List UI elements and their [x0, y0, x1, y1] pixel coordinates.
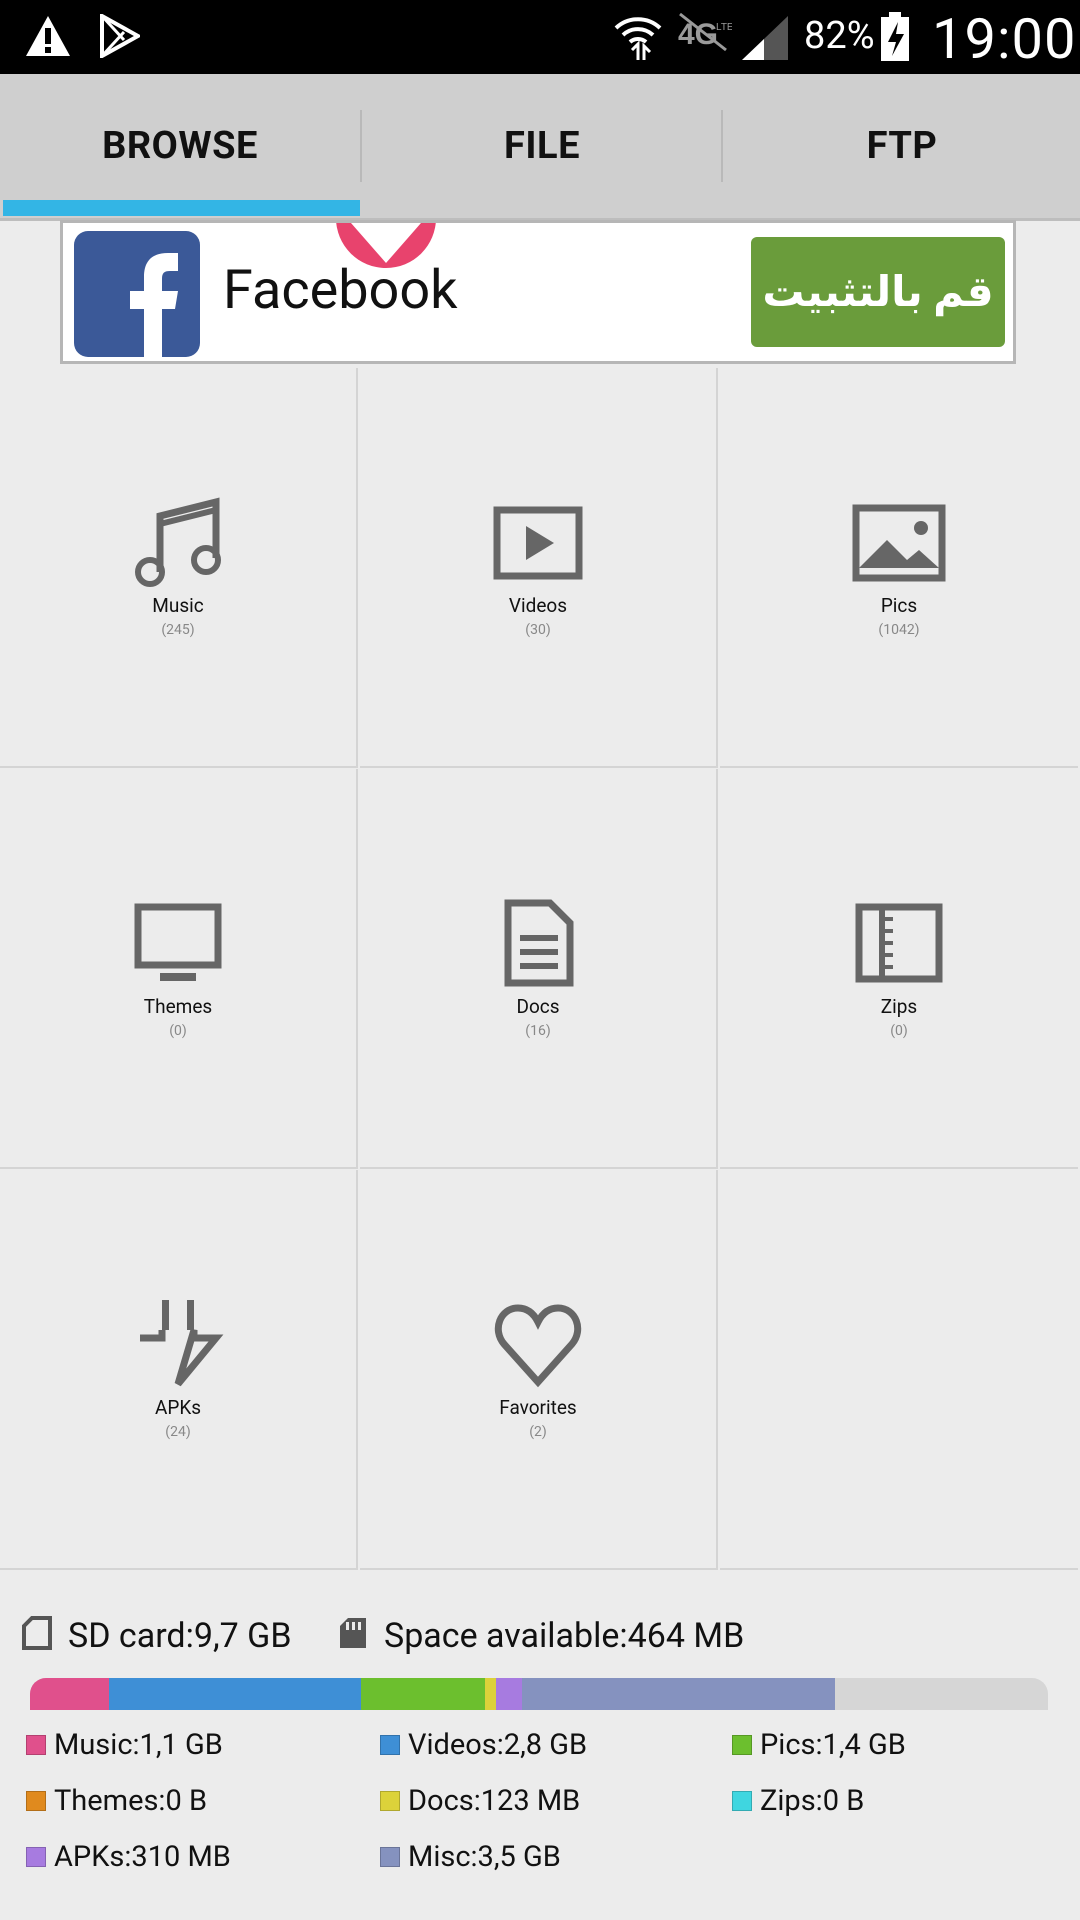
bar-segment-videos — [109, 1678, 361, 1710]
legend-swatch — [26, 1791, 46, 1811]
legend-swatch — [26, 1847, 46, 1867]
monitor-icon — [134, 903, 222, 981]
legend-label: APKs:310 MB — [54, 1840, 231, 1874]
category-zips[interactable]: Zips (0) — [720, 769, 1078, 1169]
category-label: Themes — [143, 995, 213, 1018]
category-count: (0) — [169, 1023, 187, 1039]
bar-segment-pics — [360, 1678, 486, 1710]
play-icon — [493, 506, 583, 580]
tab-browse[interactable]: BROWSE — [0, 74, 360, 218]
4g-lte-icon: 4G LTE — [678, 12, 732, 52]
legend-swatch — [380, 1791, 400, 1811]
wifi-icon — [614, 17, 662, 60]
category-label: Docs — [516, 995, 560, 1018]
svg-text:LTE: LTE — [716, 22, 732, 33]
music-note-icon — [135, 497, 221, 587]
category-count: (30) — [525, 622, 551, 638]
legend-label: Docs:123 MB — [408, 1784, 581, 1818]
category-favorites[interactable]: Favorites (2) — [360, 1170, 718, 1570]
category-docs[interactable]: Docs (16) — [360, 769, 718, 1169]
bar-segment-music — [30, 1678, 110, 1710]
legend-pics: Pics:1,4 GB — [732, 1728, 906, 1762]
category-label: APKs — [154, 1396, 202, 1419]
category-label: Music — [152, 594, 204, 617]
category-label: Pics — [880, 594, 918, 617]
document-icon — [504, 899, 574, 987]
storage-usage-bar — [30, 1678, 1048, 1710]
legend-zips: Zips:0 B — [732, 1784, 864, 1818]
legend-label: Pics:1,4 GB — [760, 1728, 906, 1762]
legend-swatch — [380, 1735, 400, 1755]
play-store-icon — [100, 14, 140, 58]
legend-misc: Misc:3,5 GB — [380, 1840, 561, 1874]
ad-banner[interactable]: Facebook قم بالتثبيت — [60, 220, 1016, 364]
legend-themes: Themes:0 B — [26, 1784, 207, 1818]
category-count: (245) — [161, 622, 195, 638]
legend-swatch — [380, 1847, 400, 1867]
category-pics[interactable]: Pics (1042) — [720, 368, 1078, 768]
legend-label: Videos:2,8 GB — [408, 1728, 588, 1762]
legend-music: Music:1,1 GB — [26, 1728, 223, 1762]
category-themes[interactable]: Themes (0) — [0, 769, 358, 1169]
category-count: (2) — [529, 1424, 547, 1440]
category-empty — [720, 1170, 1078, 1570]
category-videos[interactable]: Videos (30) — [360, 368, 718, 768]
legend-swatch — [26, 1735, 46, 1755]
category-label: Zips — [880, 995, 918, 1018]
legend-swatch — [732, 1735, 752, 1755]
storage-icon — [340, 1618, 366, 1648]
clock: 19:00 — [932, 6, 1077, 72]
bar-segment-docs — [485, 1678, 497, 1710]
category-count: (24) — [165, 1424, 191, 1440]
svg-text:4G: 4G — [678, 18, 718, 51]
legend-apks: APKs:310 MB — [26, 1840, 231, 1874]
sd-card-size: SD card:9,7 GB — [68, 1616, 292, 1656]
tab-bar: BROWSE FILE FTP — [0, 74, 1080, 221]
legend-label: Misc:3,5 GB — [408, 1840, 561, 1874]
legend-label: Themes:0 B — [54, 1784, 208, 1818]
tab-ftp[interactable]: FTP — [722, 74, 1080, 218]
bar-segment-misc — [521, 1678, 836, 1710]
install-button[interactable]: قم بالتثبيت — [751, 237, 1005, 347]
legend-docs: Docs:123 MB — [380, 1784, 580, 1818]
tab-file[interactable]: FILE — [362, 74, 722, 218]
category-grid: Music (245) Videos (30) Pics (1042) Them… — [0, 368, 1080, 1571]
status-bar: 4G LTE 82% 19:00 — [0, 0, 1080, 74]
battery-charging-icon — [881, 12, 909, 61]
heart-icon — [494, 1304, 582, 1388]
category-count: (0) — [890, 1023, 908, 1039]
category-apks[interactable]: APKs (24) — [0, 1170, 358, 1570]
legend-swatch — [732, 1791, 752, 1811]
facebook-logo-icon — [74, 231, 200, 357]
signal-icon — [742, 16, 788, 60]
category-count: (1042) — [878, 622, 920, 638]
download-arrow-icon — [140, 1300, 224, 1387]
legend-label: Music:1,1 GB — [54, 1728, 223, 1762]
bar-segment-apks — [496, 1678, 522, 1710]
category-count: (16) — [525, 1023, 551, 1039]
category-music[interactable]: Music (245) — [0, 368, 358, 768]
battery-percent: 82% — [804, 14, 875, 58]
legend-label: Zips:0 B — [760, 1784, 865, 1818]
category-label: Favorites — [499, 1396, 577, 1419]
category-label: Videos — [508, 594, 568, 617]
sd-card-icon — [22, 1616, 52, 1650]
image-icon — [852, 504, 946, 582]
space-available: Space available:464 MB — [384, 1616, 745, 1656]
zip-icon — [855, 903, 943, 983]
heart-badge-icon — [336, 223, 436, 268]
warning-icon — [26, 16, 70, 56]
active-tab-indicator — [3, 200, 360, 216]
legend-videos: Videos:2,8 GB — [380, 1728, 587, 1762]
storage-info: SD card:9,7 GB Space available:464 MB Mu… — [0, 1574, 1080, 1920]
